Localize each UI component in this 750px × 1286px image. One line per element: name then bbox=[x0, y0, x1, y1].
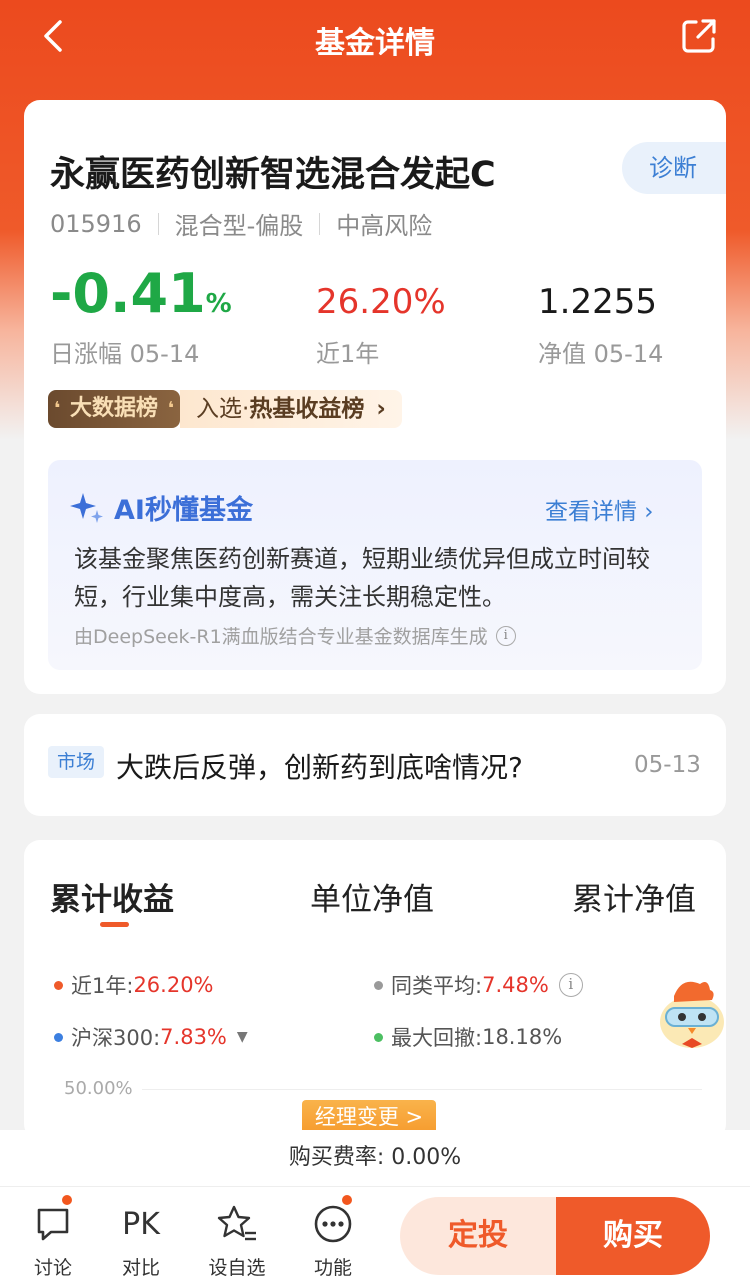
star-list-icon bbox=[217, 1205, 256, 1241]
nav-icon-wrap bbox=[202, 1201, 272, 1247]
header: 基金详情 bbox=[0, 0, 750, 76]
nav-discuss-label: 讨论 bbox=[33, 1257, 72, 1279]
one-year-label: 近1年 bbox=[316, 340, 380, 368]
page-title: 基金详情 bbox=[315, 26, 435, 61]
daily-change-label: 日涨幅 05-14 bbox=[50, 340, 200, 368]
ai-source-text: 由DeepSeek-R1满血版结合专业基金数据库生成 bbox=[74, 626, 488, 648]
nav-add-watchlist-label: 设自选 bbox=[208, 1257, 266, 1279]
fund-risk: 中高风险 bbox=[336, 212, 433, 240]
daily-change: -0.41% bbox=[50, 262, 232, 336]
purchase-fee: 购买费率: 0.00% bbox=[0, 1130, 750, 1187]
news-card[interactable]: 市场 大跌后反弹，创新药到底啥情况? 05-13 bbox=[24, 714, 726, 816]
rank-text: 入选·热基收益榜 › bbox=[180, 390, 402, 428]
fund-summary-card: 永赢医药创新智选混合发起C 诊断 015916 混合型-偏股 中高风险 -0.4… bbox=[24, 100, 726, 694]
ai-summary-box: AI秒懂基金 查看详情 › 该基金聚焦医药创新赛道，短期业绩优异但成立时间较短，… bbox=[48, 460, 702, 670]
nav-functions-label: 功能 bbox=[313, 1257, 352, 1279]
sparkle-icon bbox=[70, 493, 103, 523]
nav-icon-wrap: PK bbox=[106, 1201, 176, 1247]
tab-unit-nav[interactable]: 单位净值 bbox=[310, 874, 434, 919]
tab-cumulative-nav[interactable]: 累计净值 bbox=[572, 874, 696, 919]
legend-dot bbox=[54, 980, 63, 990]
legend-dot bbox=[374, 1032, 383, 1042]
news-date: 05-13 bbox=[634, 752, 701, 778]
info-icon[interactable]: i bbox=[495, 625, 516, 646]
share-icon[interactable] bbox=[680, 17, 718, 55]
legend-dot bbox=[54, 1032, 63, 1042]
active-tab-indicator bbox=[100, 922, 129, 927]
y-axis-tick: 50.00% bbox=[64, 1078, 133, 1099]
legend-max-drawdown-label: 最大回撤: bbox=[391, 1026, 483, 1050]
daily-change-pct: % bbox=[205, 289, 232, 319]
legend-peer-average: 同类平均: 7.48% i bbox=[374, 970, 583, 1000]
legend-max-drawdown-value: 18.18% bbox=[482, 1025, 563, 1049]
nav-label: 净值 05-14 bbox=[538, 340, 664, 368]
legend-dot bbox=[374, 980, 383, 990]
nav-icon-wrap bbox=[298, 1193, 368, 1247]
big-data-rank-badge: 大数据榜 bbox=[48, 390, 181, 428]
buy-button[interactable]: 购买 bbox=[556, 1197, 710, 1275]
divider bbox=[319, 212, 321, 235]
fund-type: 混合型-偏股 bbox=[174, 212, 304, 240]
performance-card: 累计收益 单位净值 累计净值 近1年: 26.20% 同类平均: 7.48% i… bbox=[24, 840, 726, 1140]
bottom-action-bar: 讨论 PK 对比 设自选 功能 定投 购买 bbox=[0, 1187, 750, 1286]
nav-compare[interactable]: PK 对比 bbox=[106, 1201, 176, 1280]
nav-icon-wrap bbox=[18, 1193, 88, 1247]
rank-text-bold: 热基收益榜 bbox=[249, 396, 365, 422]
nav-add-watchlist[interactable]: 设自选 bbox=[202, 1201, 272, 1280]
ai-description: 该基金聚焦医药创新赛道，短期业绩优异但成立时间较短，行业集中度高，需关注长期稳定… bbox=[74, 545, 650, 611]
legend-hs300-label: 沪深300: bbox=[71, 1026, 161, 1050]
legend-peer-average-label: 同类平均: bbox=[391, 974, 483, 998]
notification-dot bbox=[60, 1193, 74, 1207]
auto-invest-button[interactable]: 定投 bbox=[400, 1197, 556, 1275]
more-dots-icon bbox=[314, 1205, 352, 1243]
fund-code: 015916 bbox=[50, 209, 142, 238]
rank-text-prefix: 入选· bbox=[196, 396, 250, 422]
dropdown-caret-icon: ▼ bbox=[236, 1029, 248, 1045]
legend-peer-average-value: 7.48% bbox=[482, 973, 549, 997]
legend-hs300[interactable]: 沪深300: 7.83% ▼ bbox=[54, 1022, 248, 1052]
chart-gridline bbox=[142, 1089, 702, 1090]
news-tag: 市场 bbox=[48, 746, 104, 778]
legend-hs300-value: 7.83% bbox=[160, 1025, 227, 1049]
info-icon[interactable]: i bbox=[558, 973, 583, 997]
chat-bubble-icon bbox=[37, 1208, 69, 1241]
pk-icon: PK bbox=[122, 1206, 160, 1242]
fund-name: 永赢医药创新智选混合发起C bbox=[50, 155, 496, 195]
legend-max-drawdown: 最大回撤: 18.18% bbox=[374, 1022, 562, 1052]
nav-compare-label: 对比 bbox=[121, 1257, 160, 1279]
news-title[interactable]: 大跌后反弹，创新药到底啥情况? bbox=[116, 746, 523, 786]
notification-dot bbox=[340, 1193, 354, 1207]
fund-meta: 015916 混合型-偏股 中高风险 bbox=[50, 206, 432, 241]
ai-view-details-link[interactable]: 查看详情 › bbox=[545, 492, 654, 526]
daily-change-value: -0.41 bbox=[50, 262, 206, 325]
nav-functions[interactable]: 功能 bbox=[298, 1193, 368, 1280]
divider bbox=[157, 212, 159, 235]
tab-cumulative-return[interactable]: 累计收益 bbox=[50, 874, 174, 919]
ai-title: AI秒懂基金 bbox=[114, 495, 253, 526]
legend-one-year-label: 近1年: bbox=[71, 974, 134, 998]
legend-one-year-value: 26.20% bbox=[133, 973, 214, 997]
manager-change-tag[interactable]: 经理变更 > bbox=[302, 1100, 436, 1134]
diagnose-button[interactable]: 诊断 bbox=[622, 142, 726, 194]
legend-one-year: 近1年: 26.20% bbox=[54, 970, 214, 1000]
nav-discuss[interactable]: 讨论 bbox=[18, 1193, 88, 1280]
rank-tag[interactable]: 大数据榜 入选·热基收益榜 › bbox=[48, 390, 402, 428]
nav-value: 1.2255 bbox=[538, 282, 657, 322]
ai-source: 由DeepSeek-R1满血版结合专业基金数据库生成 i bbox=[74, 622, 516, 649]
mascot-icon[interactable] bbox=[652, 972, 734, 1052]
chevron-right-icon: › bbox=[376, 396, 386, 422]
one-year-return: 26.20% bbox=[316, 282, 446, 322]
